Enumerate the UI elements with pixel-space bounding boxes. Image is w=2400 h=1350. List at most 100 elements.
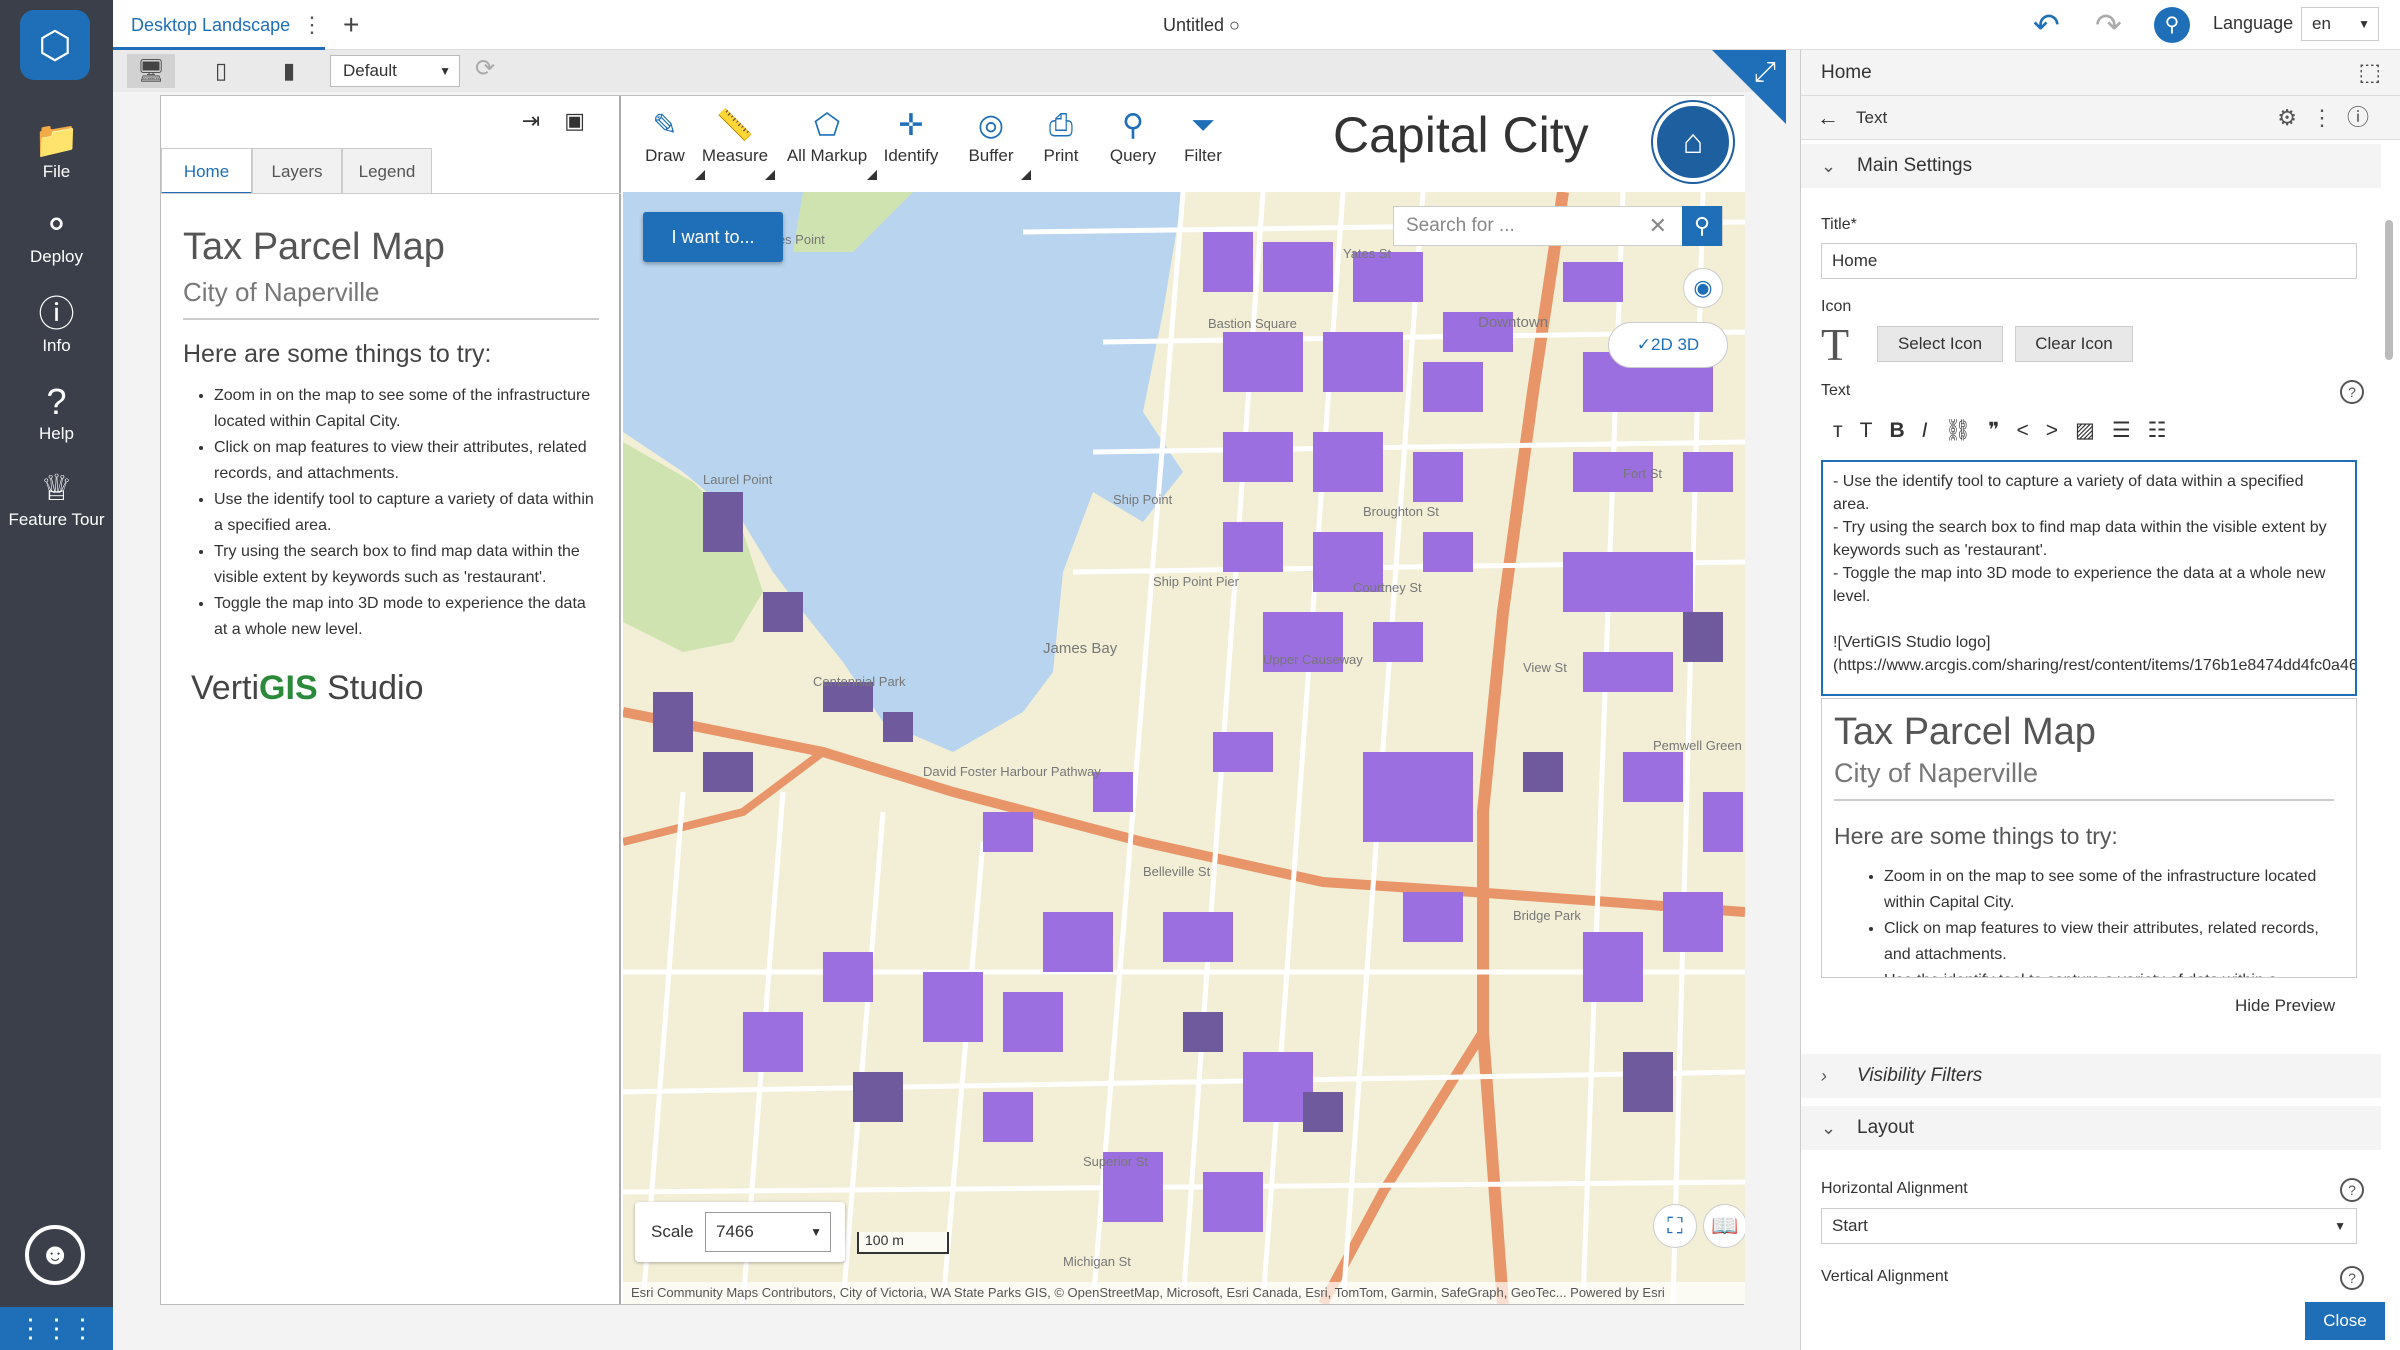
page-subtitle: City of Naperville [183,277,599,320]
code-icon[interactable]: <> [2016,419,2075,442]
search-icon[interactable]: ⚲ [1682,206,1722,246]
language-select[interactable]: en ▼ [2301,7,2379,41]
settings-scrollbar[interactable] [2383,160,2395,1340]
map-label: Broughton St [1363,504,1439,519]
kebab-menu-icon[interactable]: ⋮ [2311,105,2347,130]
help-icon[interactable]: ? [2340,1178,2364,1202]
horizontal-alignment-select[interactable]: Start ▼ [1821,1208,2357,1244]
user-avatar-icon[interactable]: ☻ [25,1225,85,1285]
rail-file-label: File [42,162,71,181]
help-icon[interactable]: ? [2340,1266,2364,1290]
search-icon[interactable]: ⚲ [2154,7,2190,43]
rail-deploy[interactable]: ⚬ Deploy [0,203,113,267]
identify-tool[interactable]: ✛ Identify [871,106,951,166]
layout-select[interactable]: Default ▼ [330,55,460,87]
add-tab-icon[interactable]: + [343,0,359,50]
tab-legend[interactable]: Legend [342,148,432,194]
font-size-icon[interactable]: ᴛT [1833,419,1889,442]
layout-tab[interactable]: Desktop Landscape [113,0,325,50]
app-logo-icon[interactable]: ⬡ [20,10,90,80]
hide-preview-link[interactable]: Hide Preview [2235,996,2335,1016]
tab-menu-icon[interactable]: ⋮ [301,0,323,50]
bold-icon[interactable]: B [1889,419,1921,442]
info-icon: ⓘ [38,293,75,334]
close-button[interactable]: Close [2305,1302,2385,1340]
tab-layers[interactable]: Layers [252,148,342,194]
print-tool[interactable]: ⎙ Print [1021,106,1101,166]
map-label: Laurel Point [703,472,773,487]
tabs-divider [161,193,621,194]
select-component-icon[interactable]: ⬚ [2358,50,2381,96]
i-want-to-button[interactable]: I want to... [643,212,783,262]
query-tool[interactable]: ⚲ Query [1093,106,1173,166]
all-markup-tool[interactable]: ⬠ All Markup [777,106,877,180]
phone-device-icon[interactable]: ▮ [265,54,313,88]
printer-icon: ⎙ [1049,109,1073,142]
ruler-icon: 📏 [716,109,754,142]
toggle-2d-3d[interactable]: ✓2D 3D [1608,322,1728,368]
map-label: Superior St [1083,1154,1149,1169]
gear-icon[interactable]: ⚙ [2277,105,2311,130]
list-item: Use the identify tool to capture a varie… [1884,968,2334,977]
filter-tool[interactable]: ⏷ Filter [1163,106,1243,166]
dock-panel-icon[interactable]: ▣ [564,108,609,133]
bullet-list-icon[interactable]: ☰ [2112,419,2148,442]
tips-list: Zoom in on the map to see some of the in… [183,383,599,643]
title-field[interactable]: Home [1821,243,2357,279]
rail-help[interactable]: ? Help [0,380,113,444]
map-toolbar: ✎ Draw 📏 Measure ⬠ All Markup ✛ Identify ◎ Bu… [623,96,1745,192]
rail-info[interactable]: ⓘ Info [0,292,113,356]
undo-icon[interactable]: ↶ [2033,6,2060,44]
markdown-editor[interactable]: - Use the identify tool to capture a var… [1821,460,2357,696]
rotate-icon[interactable]: ⟳ [475,54,495,83]
app-grid-icon[interactable]: ⋮⋮⋮ [0,1307,113,1350]
document-title[interactable]: Untitled ○ [1163,0,1240,50]
rail-file[interactable]: 📁 File [0,118,113,182]
italic-icon[interactable]: I [1922,419,1945,442]
vertical-alignment-label: Vertical Alignment [1821,1268,1949,1285]
visibility-filters-section[interactable]: › Visibility Filters [1801,1054,2381,1098]
pencil-icon: ✎ [652,109,678,142]
tablet-device-icon[interactable]: ▯ [197,54,245,88]
scale-select[interactable]: 7466 ▼ [705,1212,831,1252]
language-label: Language [2213,13,2294,33]
collapse-panel-icon[interactable]: ⇥ [522,108,564,133]
icon-label: Icon [1821,298,1852,315]
text-icon: T [1821,319,1850,370]
help-icon[interactable]: ⓘ [2347,105,2383,130]
draw-tool[interactable]: ✎ Draw [625,106,705,180]
preview-title: Tax Parcel Map [1834,711,2096,753]
main-settings-section[interactable]: ⌄ Main Settings [1801,144,2381,188]
clear-search-icon[interactable]: ✕ [1649,207,1667,245]
clear-icon-button[interactable]: Clear Icon [2015,326,2133,362]
tab-home[interactable]: Home [161,148,252,194]
layout-section[interactable]: ⌄ Layout [1801,1106,2381,1150]
map-tool-icon[interactable]: ⛶ [1653,1204,1697,1248]
numbered-list-icon[interactable]: ☷ [2148,419,2184,442]
chevron-down-icon: ▼ [810,1225,822,1239]
map-label: Fort St [1623,466,1663,481]
select-icon-button[interactable]: Select Icon [1877,326,2003,362]
redo-icon[interactable]: ↷ [2095,6,2122,44]
desktop-device-icon[interactable]: 🖥 [127,54,175,88]
quote-icon[interactable]: ❞ [1988,419,2016,442]
scale-label: Scale [651,1222,694,1241]
image-icon[interactable]: ▨ [2075,419,2112,442]
help-icon: ? [46,381,67,422]
map-search-input[interactable]: Search for ... [1406,207,1515,245]
chevron-right-icon: › [1821,1066,1827,1086]
back-arrow-icon[interactable]: ← [1817,96,1839,140]
app-canvas: ⇥▣ Home Layers Legend Tax Parcel Map Cit… [160,95,1745,1305]
identify-icon: ✛ [898,109,924,142]
bookmarks-icon[interactable]: 📖 [1703,1204,1745,1248]
locate-icon[interactable]: ◉ [1683,268,1723,308]
link-icon[interactable]: ⛓ [1944,419,1988,442]
home-content: Tax Parcel Map City of Naperville Here a… [183,226,599,708]
map-view[interactable]: Songhees Point Laurel Point Ship Point S… [623,192,1745,1304]
title-label: Title* [1821,216,1857,233]
measure-tool[interactable]: 📏 Measure [695,106,775,180]
help-icon[interactable]: ? [2340,380,2364,404]
map-search-box[interactable]: Search for ... ✕ ⚲ [1393,206,1723,246]
rail-feature-tour[interactable]: ♕ Feature Tour [0,466,113,530]
buffer-tool[interactable]: ◎ Buffer [951,106,1031,180]
